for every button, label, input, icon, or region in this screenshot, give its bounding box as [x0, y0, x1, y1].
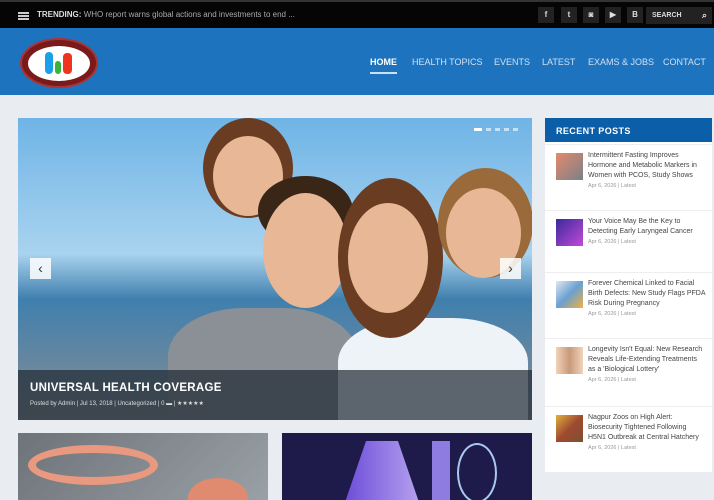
hero-caption: UNIVERSAL HEALTH COVERAGE Posted by Admi…: [18, 370, 532, 420]
slider-pagination[interactable]: [474, 128, 518, 131]
nav-exams-jobs[interactable]: EXAMS & JOBS: [588, 57, 654, 67]
post-title[interactable]: Forever Chemical Linked to Facial Birth …: [588, 279, 706, 309]
list-item[interactable]: Longevity Isn't Equal: New Research Reve…: [545, 338, 712, 406]
post-title[interactable]: Longevity Isn't Equal: New Research Reve…: [588, 345, 706, 375]
nav-health-topics[interactable]: HEALTH TOPICS: [412, 57, 483, 67]
post-thumbnail[interactable]: [556, 153, 583, 180]
post-meta: Apr 6, 2026 | Latest: [588, 183, 636, 189]
menu-icon[interactable]: [18, 12, 29, 20]
hero-meta: Posted by Admin | Jul 13, 2018 | Uncateg…: [30, 401, 204, 407]
post-meta: Apr 6, 2026 | Latest: [588, 445, 636, 451]
list-item[interactable]: Forever Chemical Linked to Facial Birth …: [545, 272, 712, 338]
post-card-image[interactable]: [282, 433, 532, 500]
site-logo[interactable]: [20, 38, 98, 88]
post-thumbnail[interactable]: [556, 415, 583, 442]
youtube-icon[interactable]: ▶: [605, 7, 621, 23]
trending-text[interactable]: WHO report warns global actions and inve…: [84, 10, 295, 19]
nav-latest[interactable]: LATEST: [542, 57, 575, 67]
post-meta: Apr 6, 2026 | Latest: [588, 239, 636, 245]
post-meta: Apr 6, 2026 | Latest: [588, 311, 636, 317]
twitter-icon[interactable]: t: [561, 7, 577, 23]
post-title[interactable]: Your Voice May Be the Key to Detecting E…: [588, 217, 706, 237]
facebook-icon[interactable]: f: [538, 7, 554, 23]
instagram-icon[interactable]: ◙: [583, 7, 599, 23]
search-icon[interactable]: ⌕: [702, 10, 707, 21]
post-title[interactable]: Nagpur Zoos on High Alert: Biosecurity T…: [588, 413, 706, 443]
top-bar: TRENDING: WHO report warns global action…: [0, 0, 714, 28]
post-thumbnail[interactable]: [556, 281, 583, 308]
search-placeholder: SEARCH: [652, 12, 682, 19]
post-thumbnail[interactable]: [556, 347, 583, 374]
post-card-image[interactable]: [18, 433, 268, 500]
nav-home[interactable]: HOME: [370, 57, 397, 74]
nav-events[interactable]: EVENTS: [494, 57, 530, 67]
list-item[interactable]: Nagpur Zoos on High Alert: Biosecurity T…: [545, 406, 712, 472]
blogger-icon[interactable]: B: [627, 7, 643, 23]
hero-title[interactable]: UNIVERSAL HEALTH COVERAGE: [30, 382, 222, 394]
nav-contact[interactable]: CONTACT: [663, 57, 706, 67]
trending-label: TRENDING:: [37, 10, 82, 19]
post-title[interactable]: Intermittent Fasting Improves Hormone an…: [588, 151, 706, 181]
recent-posts-widget: RECENT POSTS Intermittent Fasting Improv…: [545, 118, 712, 472]
search-input[interactable]: SEARCH ⌕: [646, 7, 712, 24]
trending-ticker[interactable]: TRENDING: WHO report warns global action…: [37, 10, 295, 19]
list-item[interactable]: Intermittent Fasting Improves Hormone an…: [545, 144, 712, 210]
list-item[interactable]: Your Voice May Be the Key to Detecting E…: [545, 210, 712, 272]
slider-prev-button[interactable]: ‹: [30, 258, 51, 279]
slider-next-button[interactable]: ›: [500, 258, 521, 279]
recent-posts-title: RECENT POSTS: [545, 118, 712, 142]
post-thumbnail[interactable]: [556, 219, 583, 246]
post-meta: Apr 6, 2026 | Latest: [588, 377, 636, 383]
